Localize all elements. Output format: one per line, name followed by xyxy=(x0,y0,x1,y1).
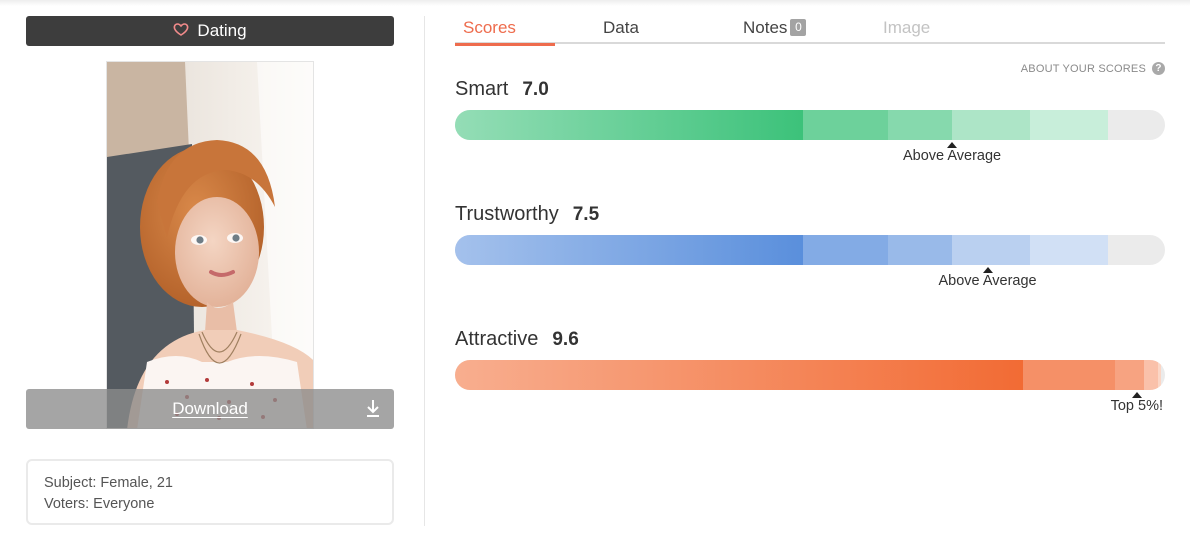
score-bar-band xyxy=(952,110,1031,140)
question-icon[interactable]: ? xyxy=(1152,62,1165,75)
score-bar-band xyxy=(888,235,952,265)
score-bar-band xyxy=(1115,360,1144,390)
tab-bar: Scores Data Notes 0 Image xyxy=(455,16,1165,46)
score-bar-fill xyxy=(455,235,803,265)
score-bar-band xyxy=(952,235,1031,265)
about-scores-label: ABOUT YOUR SCORES xyxy=(1020,62,1146,75)
score-bar xyxy=(455,235,1165,265)
score-attractive: Attractive 9.6 Top 5%! xyxy=(455,328,1165,414)
tab-image: Image xyxy=(883,18,931,37)
score-bar-fill xyxy=(455,110,803,140)
score-value: 9.6 xyxy=(552,329,579,350)
subject-info-box: Subject: Female, 21 Voters: Everyone xyxy=(26,459,394,525)
download-icon[interactable] xyxy=(365,399,381,419)
about-scores-link[interactable]: ABOUT YOUR SCORES ? xyxy=(1021,62,1165,75)
score-bar xyxy=(455,110,1165,140)
voters-text: Voters: Everyone xyxy=(44,496,155,512)
category-dating-button[interactable]: Dating xyxy=(26,16,394,46)
tab-data[interactable]: Data xyxy=(603,18,639,38)
score-rating-label: Above Average xyxy=(903,148,1002,164)
score-name: Attractive xyxy=(455,328,539,350)
score-rating-label: Above Average xyxy=(938,273,1037,289)
subject-text: Subject: Female, 21 xyxy=(44,475,173,491)
score-bar-band xyxy=(802,110,889,140)
score-trustworthy: Trustworthy 7.5 Above Average xyxy=(455,203,1165,289)
score-name: Trustworthy xyxy=(455,203,559,225)
score-heading: Trustworthy 7.5 xyxy=(455,203,1165,229)
score-smart: Smart 7.0 Above Average xyxy=(455,78,1165,164)
score-bar-fill xyxy=(455,360,1023,390)
score-bar-band xyxy=(1143,360,1158,390)
score-bar-band xyxy=(802,235,889,265)
score-bar xyxy=(455,360,1165,390)
score-heading: Smart 7.0 xyxy=(455,78,1165,104)
score-value: 7.0 xyxy=(522,79,549,100)
tab-notes[interactable]: Notes 0 xyxy=(743,18,807,38)
score-bar-band xyxy=(1023,360,1116,390)
left-panel: Dating Download Subject: Female, 21 Vote… xyxy=(26,16,394,525)
column-divider xyxy=(424,16,425,526)
tab-scores[interactable]: Scores xyxy=(463,18,516,38)
heart-icon xyxy=(173,21,189,42)
score-name: Smart xyxy=(455,78,509,100)
category-label: Dating xyxy=(197,21,247,40)
score-heading: Attractive 9.6 xyxy=(455,328,1165,354)
subject-photo[interactable] xyxy=(106,61,314,429)
top-shadow xyxy=(0,0,1190,6)
score-bar-band xyxy=(888,110,952,140)
photo-container: Download xyxy=(26,61,394,429)
download-bar[interactable]: Download xyxy=(26,389,394,429)
score-bar-band xyxy=(1157,360,1162,390)
tab-notes-label: Notes xyxy=(743,18,788,37)
score-rating-label: Top 5%! xyxy=(1110,398,1163,414)
active-tab-underline xyxy=(455,43,555,46)
score-bar-band xyxy=(1030,235,1109,265)
score-value: 7.5 xyxy=(572,204,600,225)
notes-count-badge: 0 xyxy=(790,19,807,36)
download-link[interactable]: Download xyxy=(172,399,248,419)
right-panel: Scores Data Notes 0 Image ABOUT YOUR SCOR… xyxy=(455,16,1165,414)
score-bar-band xyxy=(1030,110,1109,140)
